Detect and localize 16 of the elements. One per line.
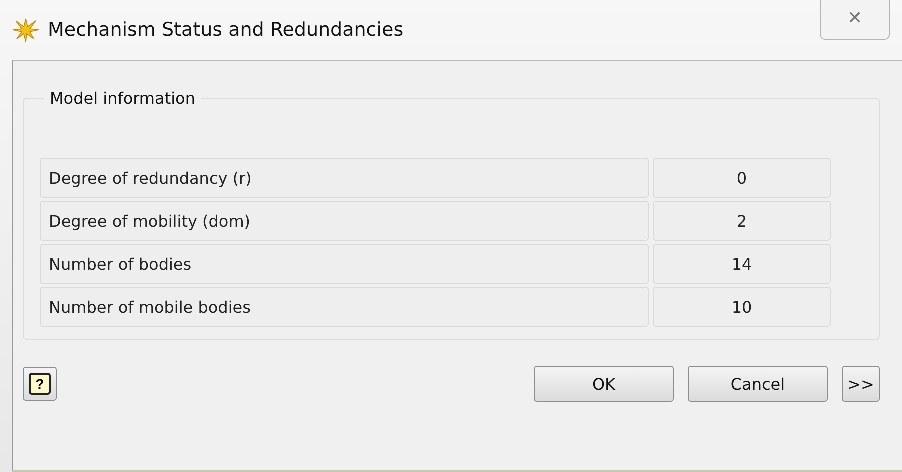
window-title: Mechanism Status and Redundancies (48, 19, 404, 41)
property-label: Number of bodies (40, 244, 649, 284)
property-label: Degree of mobility (dom) (40, 201, 649, 241)
cancel-button[interactable]: Cancel (688, 366, 828, 402)
help-button[interactable]: ? (23, 367, 57, 401)
property-value: 0 (653, 158, 831, 198)
burst-icon (12, 17, 40, 43)
property-value: 2 (653, 201, 831, 241)
group-title: Model information (49, 89, 196, 108)
expand-button[interactable]: >> (842, 366, 880, 402)
property-label: Degree of redundancy (r) (40, 158, 649, 198)
close-button[interactable]: ✕ (820, 0, 890, 40)
property-value: 14 (653, 244, 831, 284)
property-value: 10 (653, 287, 831, 327)
property-label: Number of mobile bodies (40, 287, 649, 327)
ok-button[interactable]: OK (534, 366, 674, 402)
